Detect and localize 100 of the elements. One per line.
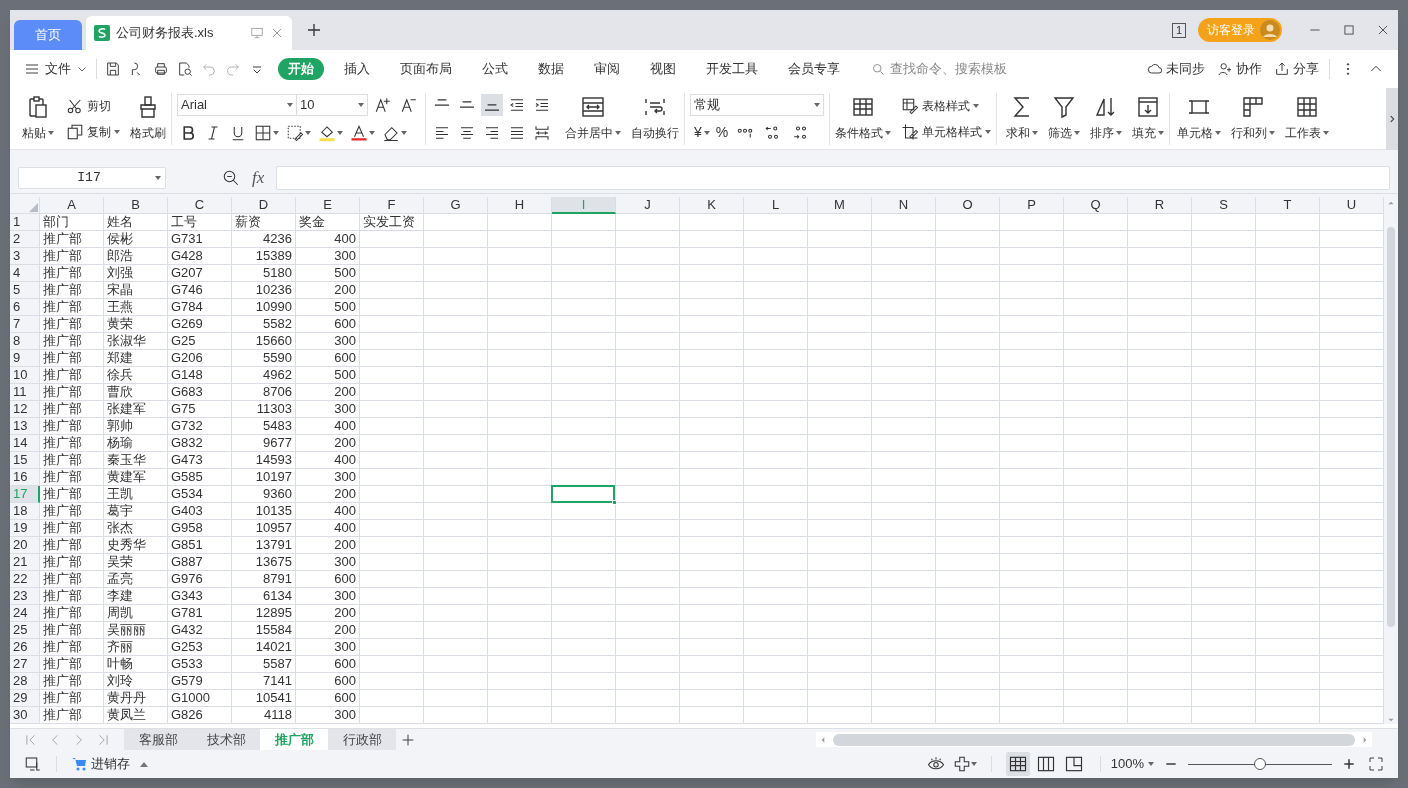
sort-button[interactable]: 排序 xyxy=(1090,95,1122,142)
table-style-button[interactable]: 表格样式 xyxy=(901,96,991,115)
selected-cell[interactable] xyxy=(551,485,615,503)
cell-button[interactable]: 单元格 xyxy=(1177,95,1221,142)
row-header[interactable]: 18 xyxy=(10,503,40,520)
row-header[interactable]: 26 xyxy=(10,639,40,656)
percent-button[interactable]: % xyxy=(715,122,729,143)
row-header[interactable]: 10 xyxy=(10,367,40,384)
column-header[interactable]: Q xyxy=(1064,197,1128,214)
row-header[interactable]: 11 xyxy=(10,384,40,401)
conditional-format-button[interactable]: 条件格式 xyxy=(835,95,891,142)
currency-button[interactable]: ¥ xyxy=(694,122,710,143)
row-header[interactable]: 14 xyxy=(10,435,40,452)
document-tab[interactable]: 公司财务报表.xls xyxy=(86,16,292,50)
row-header[interactable]: 15 xyxy=(10,452,40,469)
zoom-slider[interactable] xyxy=(1188,758,1332,770)
search-field[interactable]: 查找命令、搜索模板 xyxy=(871,59,1071,79)
vertical-scrollbar[interactable] xyxy=(1384,197,1398,724)
rows-columns-button[interactable]: 行和列 xyxy=(1231,95,1275,142)
column-header[interactable]: F xyxy=(360,197,424,214)
copy-button[interactable]: 复制 xyxy=(66,122,120,141)
column-header[interactable]: P xyxy=(1000,197,1064,214)
table-cell-text: G585 xyxy=(170,469,204,485)
merge-button[interactable]: 合并居中 xyxy=(565,95,621,142)
row-header[interactable]: 6 xyxy=(10,299,40,316)
file-menu[interactable]: 文件 xyxy=(24,59,88,79)
formula-field[interactable] xyxy=(276,165,1390,190)
ribbon-tab[interactable]: 数据 xyxy=(528,58,574,80)
filter-button[interactable]: 筛选 xyxy=(1048,95,1080,142)
row-header[interactable]: 8 xyxy=(10,333,40,350)
header-action-button[interactable]: 分享 xyxy=(1274,59,1319,79)
row-header[interactable]: 30 xyxy=(10,707,40,724)
row-header[interactable]: 9 xyxy=(10,350,40,367)
column-header[interactable]: C xyxy=(168,197,232,214)
column-header[interactable]: G xyxy=(424,197,488,214)
column-header[interactable]: J xyxy=(616,197,680,214)
column-header[interactable]: T xyxy=(1256,197,1320,214)
ribbon-tab[interactable]: 页面布局 xyxy=(390,58,462,80)
ribbon-tab[interactable]: 审阅 xyxy=(584,58,630,80)
row-header[interactable]: 16 xyxy=(10,469,40,486)
function-label[interactable]: fx xyxy=(252,164,265,191)
sum-button[interactable]: 求和 xyxy=(1006,95,1038,142)
column-header[interactable]: K xyxy=(680,197,744,214)
row-header[interactable]: 23 xyxy=(10,588,40,605)
row-header[interactable]: 25 xyxy=(10,622,40,639)
row-header[interactable]: 2 xyxy=(10,231,40,248)
ribbon-tab[interactable]: 公式 xyxy=(472,58,518,80)
ribbon-tab[interactable]: 视图 xyxy=(640,58,686,80)
column-header[interactable]: A xyxy=(40,197,104,214)
row-header[interactable]: 22 xyxy=(10,571,40,588)
row-header[interactable]: 19 xyxy=(10,520,40,537)
name-box[interactable]: I17 xyxy=(18,166,166,189)
table-cell-text: 黄丹丹 xyxy=(106,690,147,706)
row-header[interactable]: 12 xyxy=(10,401,40,418)
row-header[interactable]: 13 xyxy=(10,418,40,435)
font-size-select[interactable]: 10 xyxy=(296,93,368,116)
header-action-button[interactable]: 协作 xyxy=(1217,59,1262,79)
row-header[interactable]: 24 xyxy=(10,605,40,622)
wrap-button[interactable]: 自动换行 xyxy=(631,95,679,142)
ribbon-tab[interactable]: 会员专享 xyxy=(778,58,850,80)
row-header[interactable]: 29 xyxy=(10,690,40,707)
header-action-button[interactable]: 未同步 xyxy=(1147,59,1205,79)
zoom-level-button[interactable]: 100% xyxy=(1110,754,1154,774)
row-header[interactable]: 1 xyxy=(10,214,40,231)
sheet-tab[interactable]: 行政部 xyxy=(328,729,396,750)
slider-thumb[interactable] xyxy=(1254,758,1266,770)
row-header[interactable]: 3 xyxy=(10,248,40,265)
column-header[interactable]: S xyxy=(1192,197,1256,214)
sheet-tab[interactable]: 客服部 xyxy=(124,729,192,750)
ribbon-tab[interactable]: 插入 xyxy=(334,58,380,80)
column-header[interactable]: O xyxy=(936,197,1000,214)
inventory-button[interactable]: 进销存 xyxy=(71,754,148,774)
window-count-badge[interactable]: 1 xyxy=(1171,22,1186,38)
row-header[interactable]: 20 xyxy=(10,537,40,554)
column-header[interactable]: M xyxy=(808,197,872,214)
row-header[interactable]: 5 xyxy=(10,282,40,299)
column-header[interactable]: L xyxy=(744,197,808,214)
ribbon-tab[interactable]: 开发工具 xyxy=(696,58,768,80)
worksheet-button[interactable]: 工作表 xyxy=(1285,95,1329,142)
row-header[interactable]: 27 xyxy=(10,656,40,673)
cut-button[interactable]: 剪切 xyxy=(66,96,120,115)
row-header[interactable]: 21 xyxy=(10,554,40,571)
row-header[interactable]: 28 xyxy=(10,673,40,690)
row-header[interactable]: 4 xyxy=(10,265,40,282)
column-header[interactable]: B xyxy=(104,197,168,214)
font-select[interactable]: Arial xyxy=(177,93,297,116)
format-painter-button[interactable]: 格式刷 xyxy=(130,95,166,142)
sheet-tab[interactable]: 技术部 xyxy=(192,729,260,750)
column-header[interactable]: N xyxy=(872,197,936,214)
paste-button[interactable]: 粘贴 xyxy=(22,95,54,142)
view-mode-button[interactable] xyxy=(1005,752,1030,776)
row-header[interactable]: 7 xyxy=(10,316,40,333)
number-format-select[interactable]: 常规 xyxy=(690,93,824,116)
cell-style-button[interactable]: 单元格样式 xyxy=(901,122,991,141)
align-bottom-button[interactable] xyxy=(481,93,503,116)
column-header[interactable]: D xyxy=(232,197,296,214)
column-header[interactable]: E xyxy=(296,197,360,214)
horizontal-scrollbar[interactable] xyxy=(816,732,1372,747)
column-header[interactable]: R xyxy=(1128,197,1192,214)
fill-button[interactable]: 填充 xyxy=(1132,95,1164,142)
